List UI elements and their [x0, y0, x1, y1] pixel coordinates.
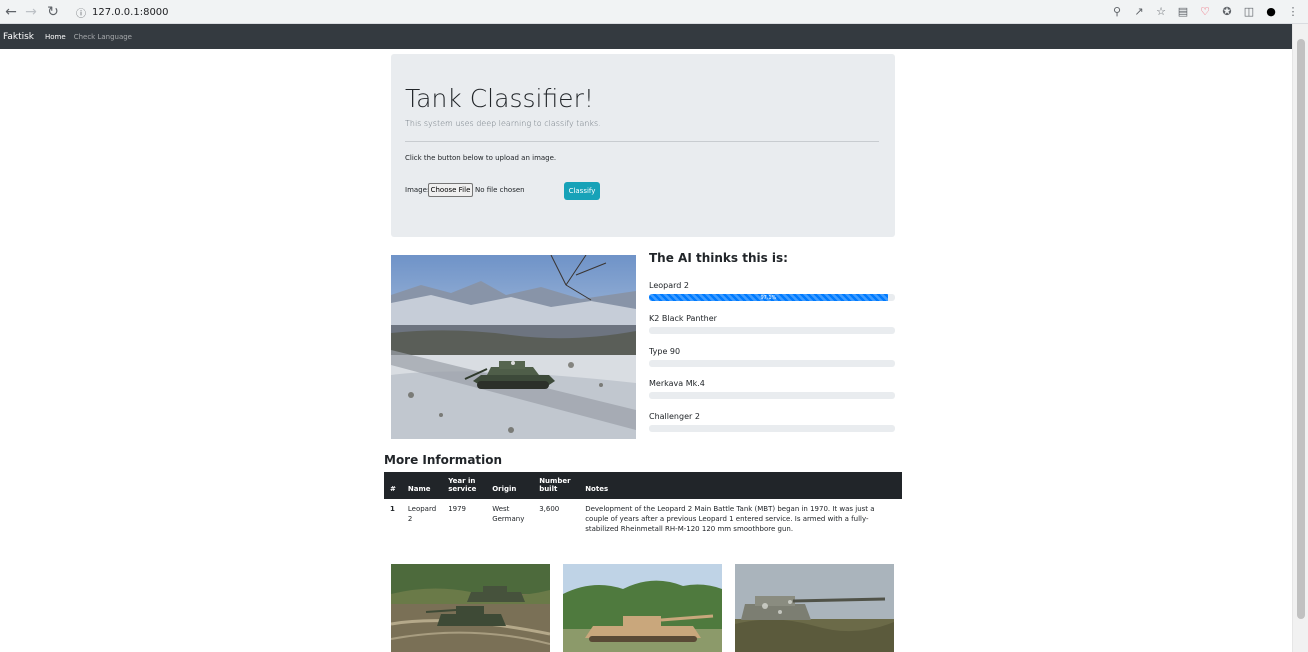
page-scrollbar[interactable]: [1292, 24, 1308, 652]
prediction-progress-bar: [649, 425, 895, 432]
reader-icon[interactable]: ▤: [1176, 3, 1190, 19]
prediction-name: Challenger 2: [649, 412, 700, 421]
prediction-item: Type 90: [649, 347, 895, 367]
table-row: 1 Leopard 2 1979 West Germany 3,600 Deve…: [384, 499, 902, 539]
browser-toolbar: ← → ↻ ⓘ 127.0.0.1:8000 ⚲ ↗ ☆ ▤ ♡ ✪ ◫ ● ⋮: [0, 0, 1308, 24]
col-header: #: [384, 472, 402, 499]
table-cell: Leopard 2: [407, 505, 437, 523]
prediction-item: Leopard 2 97.1%: [649, 281, 895, 301]
prediction-progress-fill: 97.1%: [649, 294, 888, 301]
page-title: Tank Classifier!: [405, 84, 594, 113]
tank-gallery-photo: [563, 564, 722, 652]
tank-gallery-photo: [391, 564, 550, 652]
prediction-name: Type 90: [649, 347, 681, 356]
prediction-progress-bar: [649, 392, 895, 399]
address-bar[interactable]: ⓘ 127.0.0.1:8000: [70, 2, 1120, 22]
upload-instruction: Click the button below to upload an imag…: [405, 154, 557, 162]
prediction-name: K2 Black Panther: [649, 314, 717, 323]
side-panel-icon[interactable]: ◫: [1242, 3, 1256, 19]
navbar-brand[interactable]: Faktisk: [3, 32, 34, 42]
classify-button[interactable]: Classify: [564, 182, 600, 200]
prediction-item: K2 Black Panther: [649, 314, 895, 334]
nav-link-check-language[interactable]: Check Language: [74, 33, 132, 41]
image-field-label: Image:: [405, 186, 430, 194]
scrollbar-thumb[interactable]: [1297, 39, 1305, 619]
col-header: Number built: [533, 472, 580, 499]
profile-icon[interactable]: ●: [1264, 3, 1278, 19]
prediction-progress-bar: [649, 360, 895, 367]
prediction-name: Merkava Mk.4: [649, 379, 705, 388]
uploaded-tank-photo: [391, 255, 636, 439]
table-cell: West Germany: [492, 505, 525, 523]
prediction-title: The AI thinks this is:: [649, 251, 788, 265]
zoom-icon[interactable]: ⚲: [1110, 3, 1124, 19]
more-info-title: More Information: [384, 453, 503, 467]
col-header: Origin: [486, 472, 534, 499]
prediction-item: Merkava Mk.4: [649, 379, 895, 399]
prediction-item: Challenger 2: [649, 412, 895, 432]
reload-icon[interactable]: ↻: [42, 1, 64, 23]
col-header: Notes: [579, 472, 902, 499]
menu-kebab-icon[interactable]: ⋮: [1286, 3, 1300, 19]
col-header: Name: [401, 472, 443, 499]
bookmark-star-icon[interactable]: ☆: [1154, 3, 1168, 19]
table-cell: 1: [390, 505, 395, 513]
forward-arrow-icon[interactable]: →: [20, 1, 42, 23]
divider: [405, 141, 879, 142]
back-arrow-icon[interactable]: ←: [0, 1, 22, 23]
url-text: 127.0.0.1:8000: [92, 6, 169, 18]
pocket-icon[interactable]: ♡: [1198, 3, 1212, 19]
tank-gallery-photo: [735, 564, 894, 652]
extensions-icon[interactable]: ✪: [1220, 3, 1234, 19]
site-info-icon[interactable]: ⓘ: [76, 5, 86, 20]
prediction-progress-bar: 97.1%: [649, 294, 895, 301]
page-lead: This system uses deep learning to classi…: [405, 119, 601, 128]
site-navbar: Faktisk Home Check Language: [0, 24, 1292, 49]
share-icon[interactable]: ↗: [1132, 3, 1146, 19]
info-table: # Name Year in service Origin Number bui…: [384, 472, 902, 539]
prediction-progress-bar: [649, 327, 895, 334]
table-cell: Development of the Leopard 2 Main Battle…: [585, 505, 875, 533]
table-header-row: # Name Year in service Origin Number bui…: [384, 472, 902, 499]
upload-jumbotron: Tank Classifier! This system uses deep l…: [391, 54, 895, 237]
choose-file-button[interactable]: Choose File: [428, 183, 473, 197]
table-cell: 1979: [448, 505, 467, 513]
file-status-text: No file chosen: [475, 186, 525, 194]
nav-link-home[interactable]: Home: [45, 33, 66, 41]
table-cell: 3,600: [539, 505, 560, 513]
prediction-name: Leopard 2: [649, 281, 689, 290]
col-header: Year in service: [442, 472, 487, 499]
